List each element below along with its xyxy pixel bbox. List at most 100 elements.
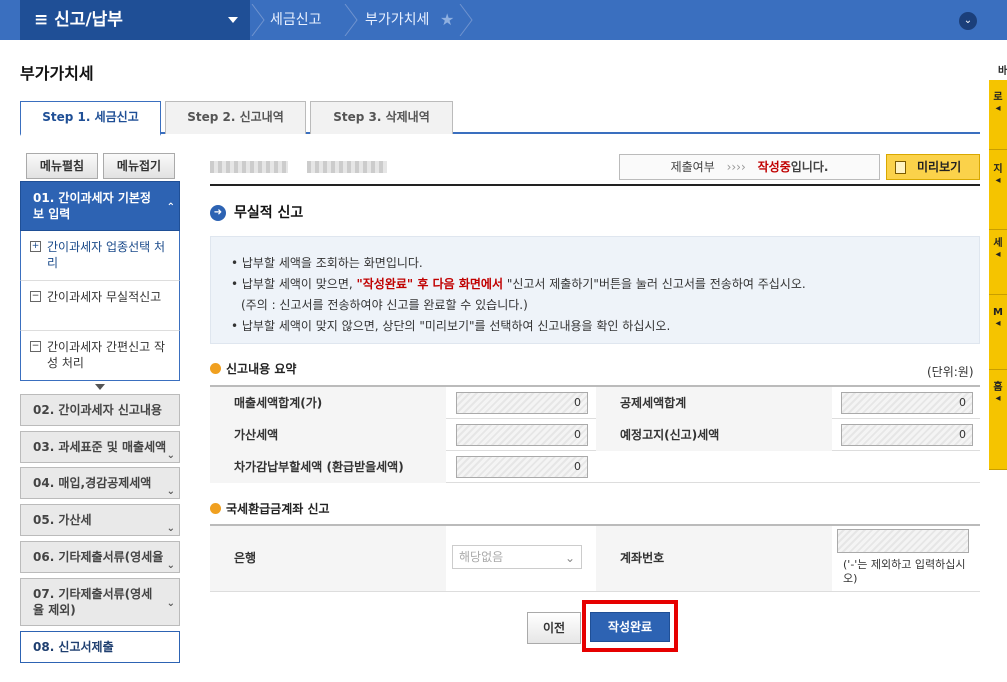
info-line: (주의 : 신고서를 전송하여야 신고를 완료할 수 있습니다.)	[241, 298, 528, 312]
breadcrumb-tax-report[interactable]: 세금신고	[270, 0, 322, 40]
sidebar-sub-label: 간이과세자 간편신고 작성 처리	[47, 340, 166, 370]
breadcrumb-vat[interactable]: 부가가치세	[365, 0, 429, 40]
sidebar-step-label: 05. 가산세	[33, 513, 92, 527]
row-label: 은행	[210, 526, 446, 591]
quick-menu-item[interactable]: M ◂	[989, 295, 1007, 370]
expand-menu-button[interactable]: 메뉴펼침	[26, 153, 98, 179]
preview-button[interactable]: 미리보기	[886, 154, 980, 180]
quick-menu-item[interactable]: 로 ◂	[989, 80, 1007, 150]
quick-menu-label: 홈	[993, 382, 1003, 393]
breadcrumb-separator-icon	[459, 4, 473, 36]
summary-table: 매출세액합계(가) 0 공제세액합계 0 가산세액 0 예정고지(신고)세액 0…	[210, 385, 980, 483]
caret-down-icon	[228, 17, 238, 23]
arrow-left-icon: ◂	[995, 393, 1001, 404]
prev-button[interactable]: 이전	[527, 612, 581, 644]
page-title: 부가가치세	[20, 64, 94, 83]
sidebar-step-02[interactable]: 02. 간이과세자 신고내용	[20, 394, 180, 426]
quick-menu-item[interactable]: 홈 ◂	[989, 370, 1007, 470]
info-line: • 납부할 세액이 맞으면, "작성완료" 후 다음 화면에서 "신고서 제출하…	[231, 274, 959, 295]
arrow-left-icon: ◂	[995, 318, 1001, 329]
section-title-text: 무실적 신고	[234, 205, 304, 221]
net-payable-field: 0	[456, 456, 588, 478]
sidebar-step-label: 02. 간이과세자 신고내용	[33, 403, 162, 417]
section-title: ➜ 무실적 신고	[210, 204, 303, 222]
tab-step3[interactable]: Step 3. 삭제내역	[310, 101, 453, 134]
top-navigation-bar: ≡ 신고/납부 세금신고 부가가치세 ★ ⌄	[0, 0, 1007, 40]
deduction-total-field: 0	[841, 392, 973, 414]
chevron-down-icon: ⌄	[166, 560, 175, 571]
sidebar-step-03[interactable]: 03. 과세표준 및 매출세액 ⌄	[20, 431, 180, 463]
favorite-star-icon[interactable]: ★	[440, 10, 454, 29]
table-row: 가산세액 0 예정고지(신고)세액 0	[210, 419, 980, 451]
sidebar-sub-item[interactable]: + 간이과세자 업종선택 처리	[20, 231, 180, 281]
quick-menu-label: 지	[993, 164, 1003, 175]
right-quick-menu: 로 ◂ 지 ◂ 세 ◂ M ◂ 홈 ◂	[989, 80, 1007, 470]
refund-title: 국세환급금계좌 신고	[210, 502, 330, 516]
sidebar-sub-label: 간이과세자 무실적신고	[47, 290, 162, 304]
chevron-down-icon: ⌄	[166, 523, 175, 534]
chevron-down-icon: ⌄	[166, 486, 175, 497]
info-text: • 납부할 세액이 맞으면,	[231, 277, 357, 291]
redacted-text	[210, 161, 288, 173]
account-number-input[interactable]	[837, 529, 969, 553]
sidebar-step-07[interactable]: 07. 기타제출서류(영세율 제외) ⌄	[20, 578, 180, 626]
sidebar-sub-item[interactable]: − 간이과세자 무실적신고	[20, 281, 180, 331]
account-note: ('-'는 제외하고 입력하십시오)	[843, 558, 966, 585]
table-row: 매출세액합계(가) 0 공제세액합계 0	[210, 387, 980, 419]
collapse-minus-icon: −	[30, 341, 41, 352]
arrow-down-icon	[95, 384, 105, 390]
bank-select[interactable]: 해당없음 ⌄	[452, 545, 582, 569]
status-state: 작성중	[757, 160, 791, 174]
prepaid-tax-field: 0	[841, 424, 973, 446]
bank-select-value: 해당없음	[459, 550, 504, 564]
row-label: 예정고지(신고)세액	[596, 419, 832, 451]
sales-tax-total-field: 0	[456, 392, 588, 414]
tab-step2[interactable]: Step 2. 신고내역	[165, 101, 306, 134]
quick-menu-item[interactable]: 세 ◂	[989, 230, 1007, 295]
info-box: • 납부할 세액을 조회하는 화면입니다. • 납부할 세액이 맞으면, "작성…	[210, 236, 980, 344]
redacted-text	[307, 161, 387, 173]
tab-step1[interactable]: Step 1. 세금신고	[20, 101, 161, 136]
sidebar-sub-item[interactable]: − 간이과세자 간편신고 작성 처리	[20, 331, 180, 381]
sidebar-step-label: 04. 매입,경감공제세액	[33, 476, 152, 490]
complete-button[interactable]: 작성완료	[590, 612, 670, 642]
chevron-down-icon[interactable]: ⌄	[959, 12, 977, 30]
summary-title: 신고내용 요약	[210, 362, 296, 376]
sidebar-sub-label: 간이과세자 업종선택 처리	[47, 240, 166, 270]
row-label: 공제세액합계	[596, 387, 832, 419]
refund-title-text: 국세환급금계좌 신고	[226, 502, 330, 516]
quick-menu-label: 세	[993, 238, 1003, 249]
status-arrows: ››››	[726, 160, 746, 174]
info-line: • 납부할 세액이 맞지 않으면, 상단의 "미리보기"를 선택하여 신고내용을…	[231, 319, 671, 333]
main-menu-dropdown[interactable]: ≡ 신고/납부	[20, 0, 250, 40]
divider	[210, 184, 980, 186]
sidebar-step-04[interactable]: 04. 매입,경감공제세액 ⌄	[20, 467, 180, 499]
breadcrumb-separator-icon	[251, 4, 265, 36]
step-tabs: Step 1. 세금신고 Step 2. 신고내역 Step 3. 삭제내역	[20, 101, 980, 136]
row-label: 계좌번호	[596, 526, 832, 591]
penalty-tax-field: 0	[456, 424, 588, 446]
arrow-left-icon: ◂	[995, 103, 1001, 114]
sidebar-step-08[interactable]: 08. 신고서제출	[20, 631, 180, 663]
bullet-icon	[210, 503, 221, 514]
sidebar-step-01[interactable]: 01. 간이과세자 기본정보 입력 ⌃	[20, 181, 180, 231]
breadcrumb-separator-icon	[344, 4, 358, 36]
summary-title-text: 신고내용 요약	[226, 362, 297, 376]
sidebar-step-label: 07. 기타제출서류(영세율 제외)	[33, 587, 153, 617]
expand-plus-icon: +	[30, 241, 41, 252]
arrow-left-icon: ◂	[995, 249, 1001, 260]
sidebar-step-label: 01. 간이과세자 기본정보 입력	[33, 191, 151, 221]
sidebar-step-06[interactable]: 06. 기타제출서류(영세율 ⌄	[20, 541, 180, 573]
info-line: • 납부할 세액을 조회하는 화면입니다.	[231, 256, 423, 270]
info-text: "신고서 제출하기"버튼을 눌러 신고서를 전송하여 주십시오.	[503, 277, 806, 291]
bullet-icon	[210, 363, 221, 374]
quick-menu-label: 로	[993, 92, 1003, 103]
status-suffix: 입니다.	[790, 160, 829, 174]
collapse-minus-icon: −	[30, 291, 41, 302]
right-strip-label: 바	[998, 66, 1007, 77]
collapse-menu-button[interactable]: 메뉴접기	[103, 153, 175, 179]
highlight-box: 작성완료	[582, 600, 678, 652]
sidebar-step-05[interactable]: 05. 가산세 ⌄	[20, 504, 180, 536]
quick-menu-item[interactable]: 지 ◂	[989, 150, 1007, 230]
row-label: 가산세액	[210, 419, 446, 451]
